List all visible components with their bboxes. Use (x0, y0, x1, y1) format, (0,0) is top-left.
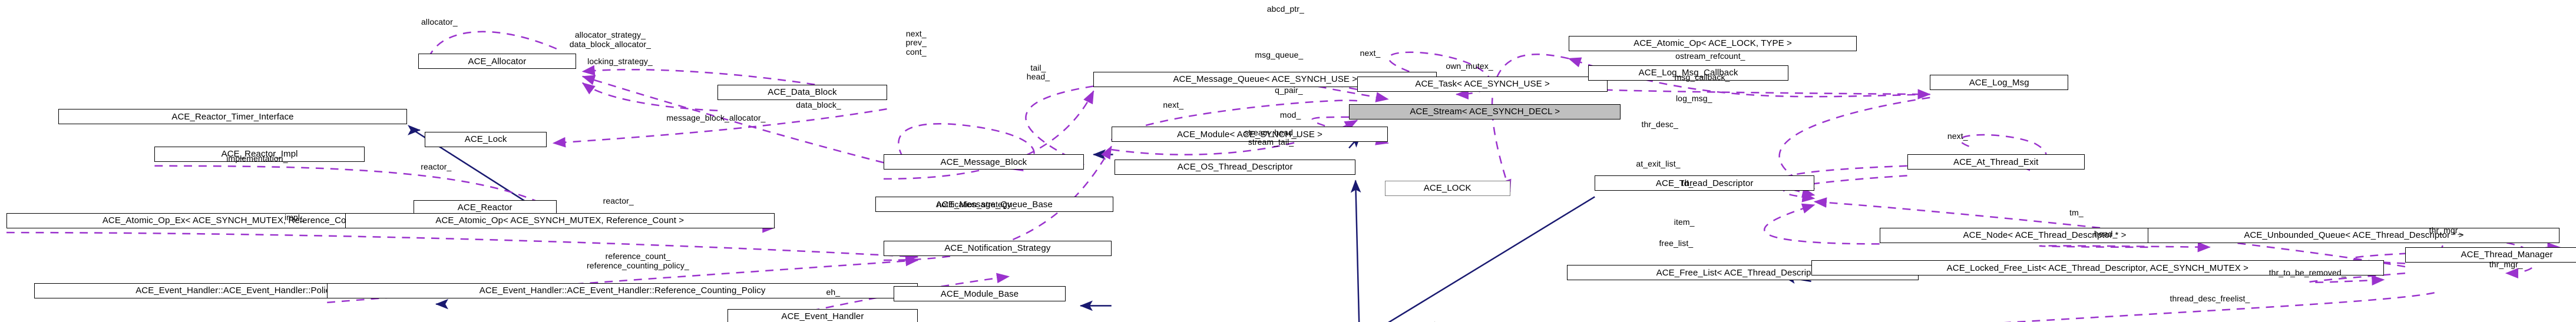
class-node-ace-os-thread-descriptor[interactable]: ACE_OS_Thread_Descriptor (1115, 159, 1356, 175)
class-node-ace-module-base[interactable]: ACE_Module_Base (893, 286, 1066, 302)
class-node-ace-allocator[interactable]: ACE_Allocator (418, 54, 576, 69)
class-node-ace-log-msg[interactable]: ACE_Log_Msg (1930, 75, 2069, 91)
class-node-ace-atomic-op-ace-lock-type[interactable]: ACE_Atomic_Op< ACE_LOCK, TYPE > (1569, 35, 1857, 51)
edge-label: implementation_ (226, 154, 288, 164)
edge-label: at_exit_list_ (1636, 158, 1681, 168)
edge-label: data_block_ (796, 100, 841, 110)
edge-label: next_ (1947, 131, 1968, 141)
class-node-ace-event-handler[interactable]: ACE_Event_Handler (727, 308, 918, 322)
edge-label: msg_queue_ (1255, 49, 1304, 59)
class-node-ace-unbounded-queue-ace-thread-descriptor[interactable]: ACE_Unbounded_Queue< ACE_Thread_Descript… (2148, 227, 2560, 243)
edge-label: thr_desc_ (1641, 119, 1678, 130)
collaboration-diagram: ACE_Reactor_Timer_Interface ACE_Reactor_I… (0, 0, 2576, 322)
edge-label: abcd_ptr_ (1266, 4, 1304, 14)
edge-label: next_ prev_ cont_ (905, 28, 927, 57)
class-node-ace-message-block[interactable]: ACE_Message_Block (884, 154, 1084, 170)
edge-label: thr_to_be_removed_ (2269, 267, 2346, 277)
edge-label: locking_strategy_ (587, 56, 653, 66)
edge-label: ostream_refcount_ (1675, 51, 1745, 61)
edge-label: thread_desc_freelist_ (2170, 294, 2250, 304)
edge-label: msg_callback_ (1674, 72, 1730, 82)
edge-label: notification_strategy_ (937, 199, 1016, 209)
class-node-ace-notification-strategy[interactable]: ACE_Notification_Strategy (884, 240, 1112, 256)
edge-label: thr_mgr_ (2489, 260, 2523, 270)
edge-label: allocator_ (421, 17, 458, 27)
edge-label: next_ (1163, 100, 1184, 110)
class-node-ace-task-ace-synch-use[interactable]: ACE_Task< ACE_SYNCH_USE > (1357, 76, 1608, 92)
edge-label: impl_ (285, 212, 305, 222)
edge-label: message_block_allocator_ (666, 113, 766, 123)
class-node-ace-data-block[interactable]: ACE_Data_Block (717, 84, 887, 100)
class-node-ace-atomic-op-ace-synch-mutex-reference-count[interactable]: ACE_Atomic_Op< ACE_SYNCH_MUTEX, Referenc… (345, 213, 775, 228)
edge-label: thr_mgr_ (2429, 225, 2463, 235)
class-node-ace-lock[interactable]: ACE_LOCK (1384, 180, 1510, 196)
class-node-ace-thread-descriptor[interactable]: ACE_Thread_Descriptor (1595, 175, 1815, 191)
edge-label: next_ (1360, 48, 1381, 58)
edge-label: eh_ (826, 287, 841, 297)
edge-label: head_ (2094, 228, 2118, 238)
class-node-ace-lock[interactable]: ACE_Lock (425, 131, 547, 147)
edge-label: reference_count_ reference_counting_poli… (586, 251, 689, 270)
edge-label: q_pair_ (1275, 85, 1303, 95)
class-node-ace-reactor-timer-interface[interactable]: ACE_Reactor_Timer_Interface (58, 109, 407, 125)
edge-label: log_msg_ (1675, 94, 1712, 104)
class-node-ace-at-thread-exit[interactable]: ACE_At_Thread_Exit (1907, 154, 2085, 170)
class-node-ace-stream-ace-synch-decl[interactable]: ACE_Stream< ACE_SYNCH_DECL > (1349, 104, 1621, 119)
edge-label: reactor_ (421, 162, 452, 172)
edge-label: reactor_ (603, 196, 634, 206)
edge-label: tail_ head_ (1026, 62, 1050, 82)
edge-label: mod_ (1279, 109, 1301, 119)
edge-label: td_ (1681, 178, 1694, 188)
edge-label: stream_head_ stream_tail_ (1244, 128, 1298, 147)
edge-label: allocator_strategy_ data_block_allocator… (569, 30, 652, 49)
edge-label: item_ (1674, 217, 1695, 227)
edge-label: own_mutex_ (1446, 61, 1493, 71)
edge-label: tm_ (2069, 207, 2084, 217)
edge-label: free_list_ (1659, 238, 1694, 248)
